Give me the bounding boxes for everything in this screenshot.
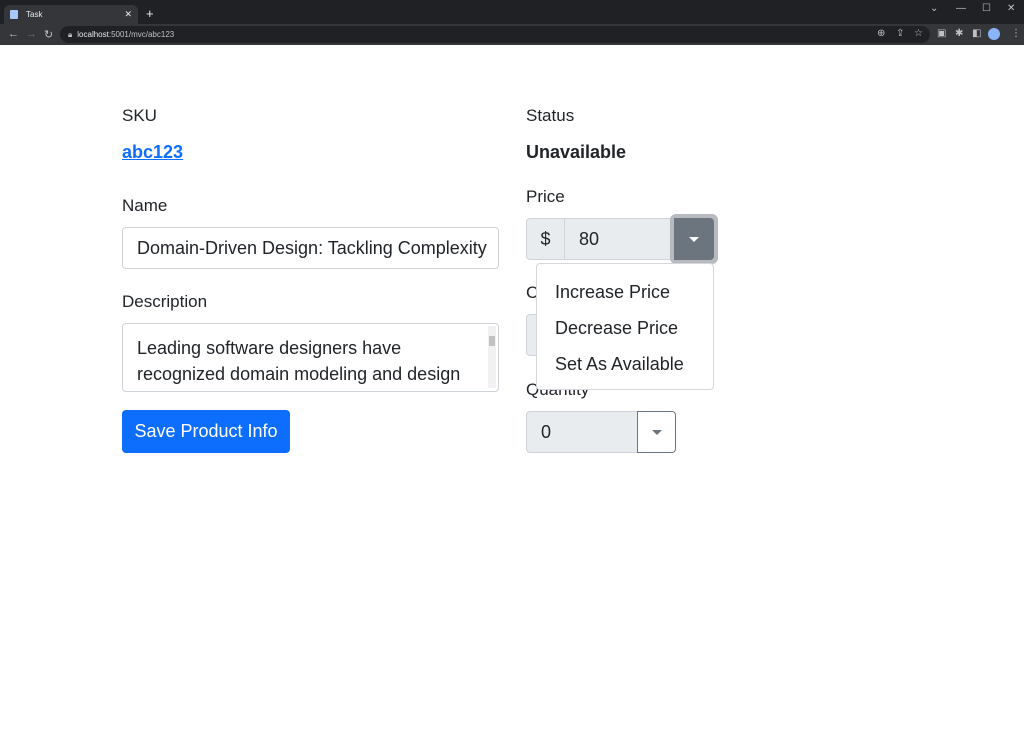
status-label: Status <box>526 106 575 125</box>
menu-item-increase-price[interactable]: Increase Price <box>537 274 713 310</box>
side-panel-icon[interactable]: ◧ <box>972 28 981 39</box>
price-dropdown-toggle[interactable] <box>674 218 714 260</box>
price-input[interactable]: 80 <box>564 218 674 260</box>
page-icon <box>10 10 18 19</box>
url-host: localhost <box>77 30 109 39</box>
lock-icon: 🔒︎ <box>68 29 73 39</box>
scrollbar[interactable] <box>488 326 496 388</box>
address-bar: ← → ↻ 🔒︎ localhost:5001/mvc/abc123 ⊕ ⇪ ☆ … <box>0 24 1024 45</box>
forward-icon[interactable]: → <box>26 28 37 40</box>
browser-tab-bar: Task ✕ + ⌄ — ☐ ✕ <box>0 0 1024 24</box>
quantity-dropdown-toggle[interactable] <box>637 411 676 453</box>
maximize-icon[interactable]: ☐ <box>982 3 991 14</box>
sku-label: SKU <box>122 106 157 125</box>
caret-down-icon <box>651 429 662 435</box>
name-input[interactable]: Domain-Driven Design: Tackling Complexit… <box>122 227 499 269</box>
share-icon[interactable]: ⇪ <box>896 28 904 39</box>
status-value: Unavailable <box>526 142 627 162</box>
name-label: Name <box>122 196 168 215</box>
back-icon[interactable]: ← <box>8 28 19 40</box>
zoom-icon[interactable]: ⊕ <box>877 28 885 39</box>
description-label: Description <box>122 292 208 311</box>
sku-link[interactable]: abc123 <box>122 142 183 163</box>
menu-item-set-as-available[interactable]: Set As Available <box>537 346 713 382</box>
price-label: Price <box>526 187 565 206</box>
extension-icon[interactable]: ▣ <box>937 28 946 39</box>
tab-search-icon[interactable]: ⌄ <box>930 3 938 14</box>
profile-avatar[interactable] <box>988 28 1000 40</box>
menu-item-decrease-price[interactable]: Decrease Price <box>537 310 713 346</box>
new-tab-icon[interactable]: + <box>146 6 154 21</box>
caret-down-icon <box>689 236 699 242</box>
price-dropdown-menu: Increase Price Decrease Price Set As Ava… <box>536 263 714 390</box>
save-product-info-button[interactable]: Save Product Info <box>122 410 290 453</box>
reload-icon[interactable]: ↻ <box>44 28 53 41</box>
minimize-icon[interactable]: — <box>956 3 966 14</box>
browser-tab[interactable]: Task ✕ <box>4 5 138 24</box>
url-path: :5001/mvc/abc123 <box>108 30 175 39</box>
close-tab-icon[interactable]: ✕ <box>124 9 132 20</box>
description-text: Leading software designers have recogniz… <box>137 338 461 384</box>
currency-addon: $ <box>526 218 565 260</box>
puzzle-icon[interactable]: ✱ <box>955 28 963 39</box>
url-input[interactable]: 🔒︎ localhost:5001/mvc/abc123 <box>60 26 930 43</box>
close-window-icon[interactable]: ✕ <box>1007 3 1015 14</box>
quantity-input[interactable]: 0 <box>526 411 638 453</box>
menu-kebab-icon[interactable]: ⋮ <box>1011 28 1021 39</box>
description-textarea[interactable]: Leading software designers have recogniz… <box>122 323 499 392</box>
tab-title: Task <box>26 10 43 19</box>
bookmark-star-icon[interactable]: ☆ <box>914 28 923 39</box>
